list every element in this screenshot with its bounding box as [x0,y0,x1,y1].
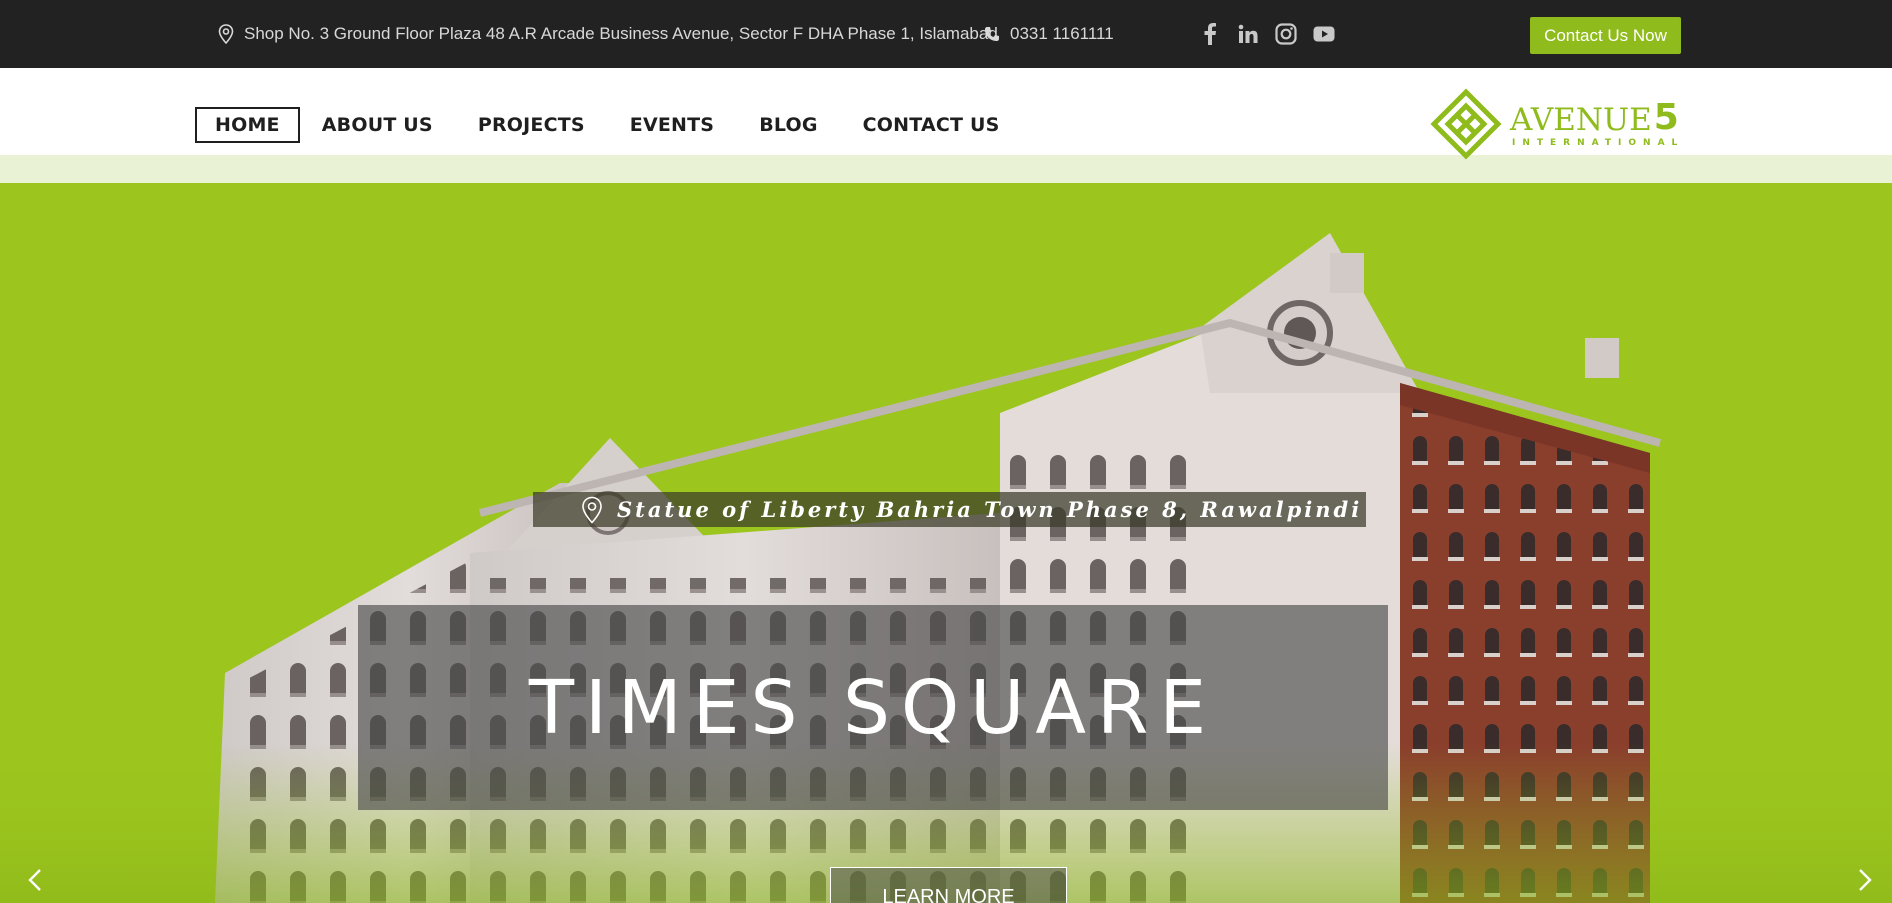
logo-emblem-icon [1430,88,1502,160]
linkedin-icon[interactable] [1236,22,1260,46]
social-links [1198,0,1336,68]
nav-item-blog[interactable]: BLOG [759,114,817,136]
youtube-icon[interactable] [1312,22,1336,46]
main-nav: HOME ABOUT US PROJECTS EVENTS BLOG CONTA… [195,107,1044,143]
slider-next-button[interactable] [1850,865,1880,895]
chevron-left-icon [28,869,41,891]
contact-us-now-button[interactable]: Contact Us Now [1530,17,1681,54]
logo-subtitle: INTERNATIONAL [1512,138,1685,148]
top-bar: Shop No. 3 Ground Floor Plaza 48 A.R Arc… [0,0,1892,68]
phone-icon [985,27,999,41]
nav-item-home[interactable]: HOME [195,107,300,143]
nav-item-contact-us[interactable]: CONTACT US [863,114,1000,136]
facebook-icon[interactable] [1198,22,1222,46]
logo-text: AVENUE 5 INTERNATIONAL [1510,97,1685,149]
hero-title: TIMES SQUARE [528,664,1218,751]
site-logo[interactable]: AVENUE 5 INTERNATIONAL [1430,88,1684,160]
location-text: Statue of Liberty Bahria Town Phase 8, R… [617,497,1363,522]
instagram-icon[interactable] [1274,22,1298,46]
nav-item-projects[interactable]: PROJECTS [478,114,585,136]
phone-number: 0331 1161111 [1010,24,1114,43]
learn-more-button[interactable]: LEARN MORE [830,867,1067,903]
logo-number: 5 [1653,97,1679,138]
phone[interactable]: 0331 1161111 [984,0,1114,68]
hero-title-box: TIMES SQUARE [358,605,1388,810]
address: Shop No. 3 Ground Floor Plaza 48 A.R Arc… [218,0,998,68]
project-location: Statue of Liberty Bahria Town Phase 8, R… [533,492,1366,527]
chevron-right-icon [1859,869,1872,891]
address-text: Shop No. 3 Ground Floor Plaza 48 A.R Arc… [244,24,998,43]
map-pin-icon [218,24,234,44]
slider-prev-button[interactable] [20,865,50,895]
map-pin-icon [582,496,602,524]
nav-item-events[interactable]: EVENTS [630,114,714,136]
nav-item-about-us[interactable]: ABOUT US [322,114,433,136]
logo-name: AVENUE [1510,102,1652,138]
